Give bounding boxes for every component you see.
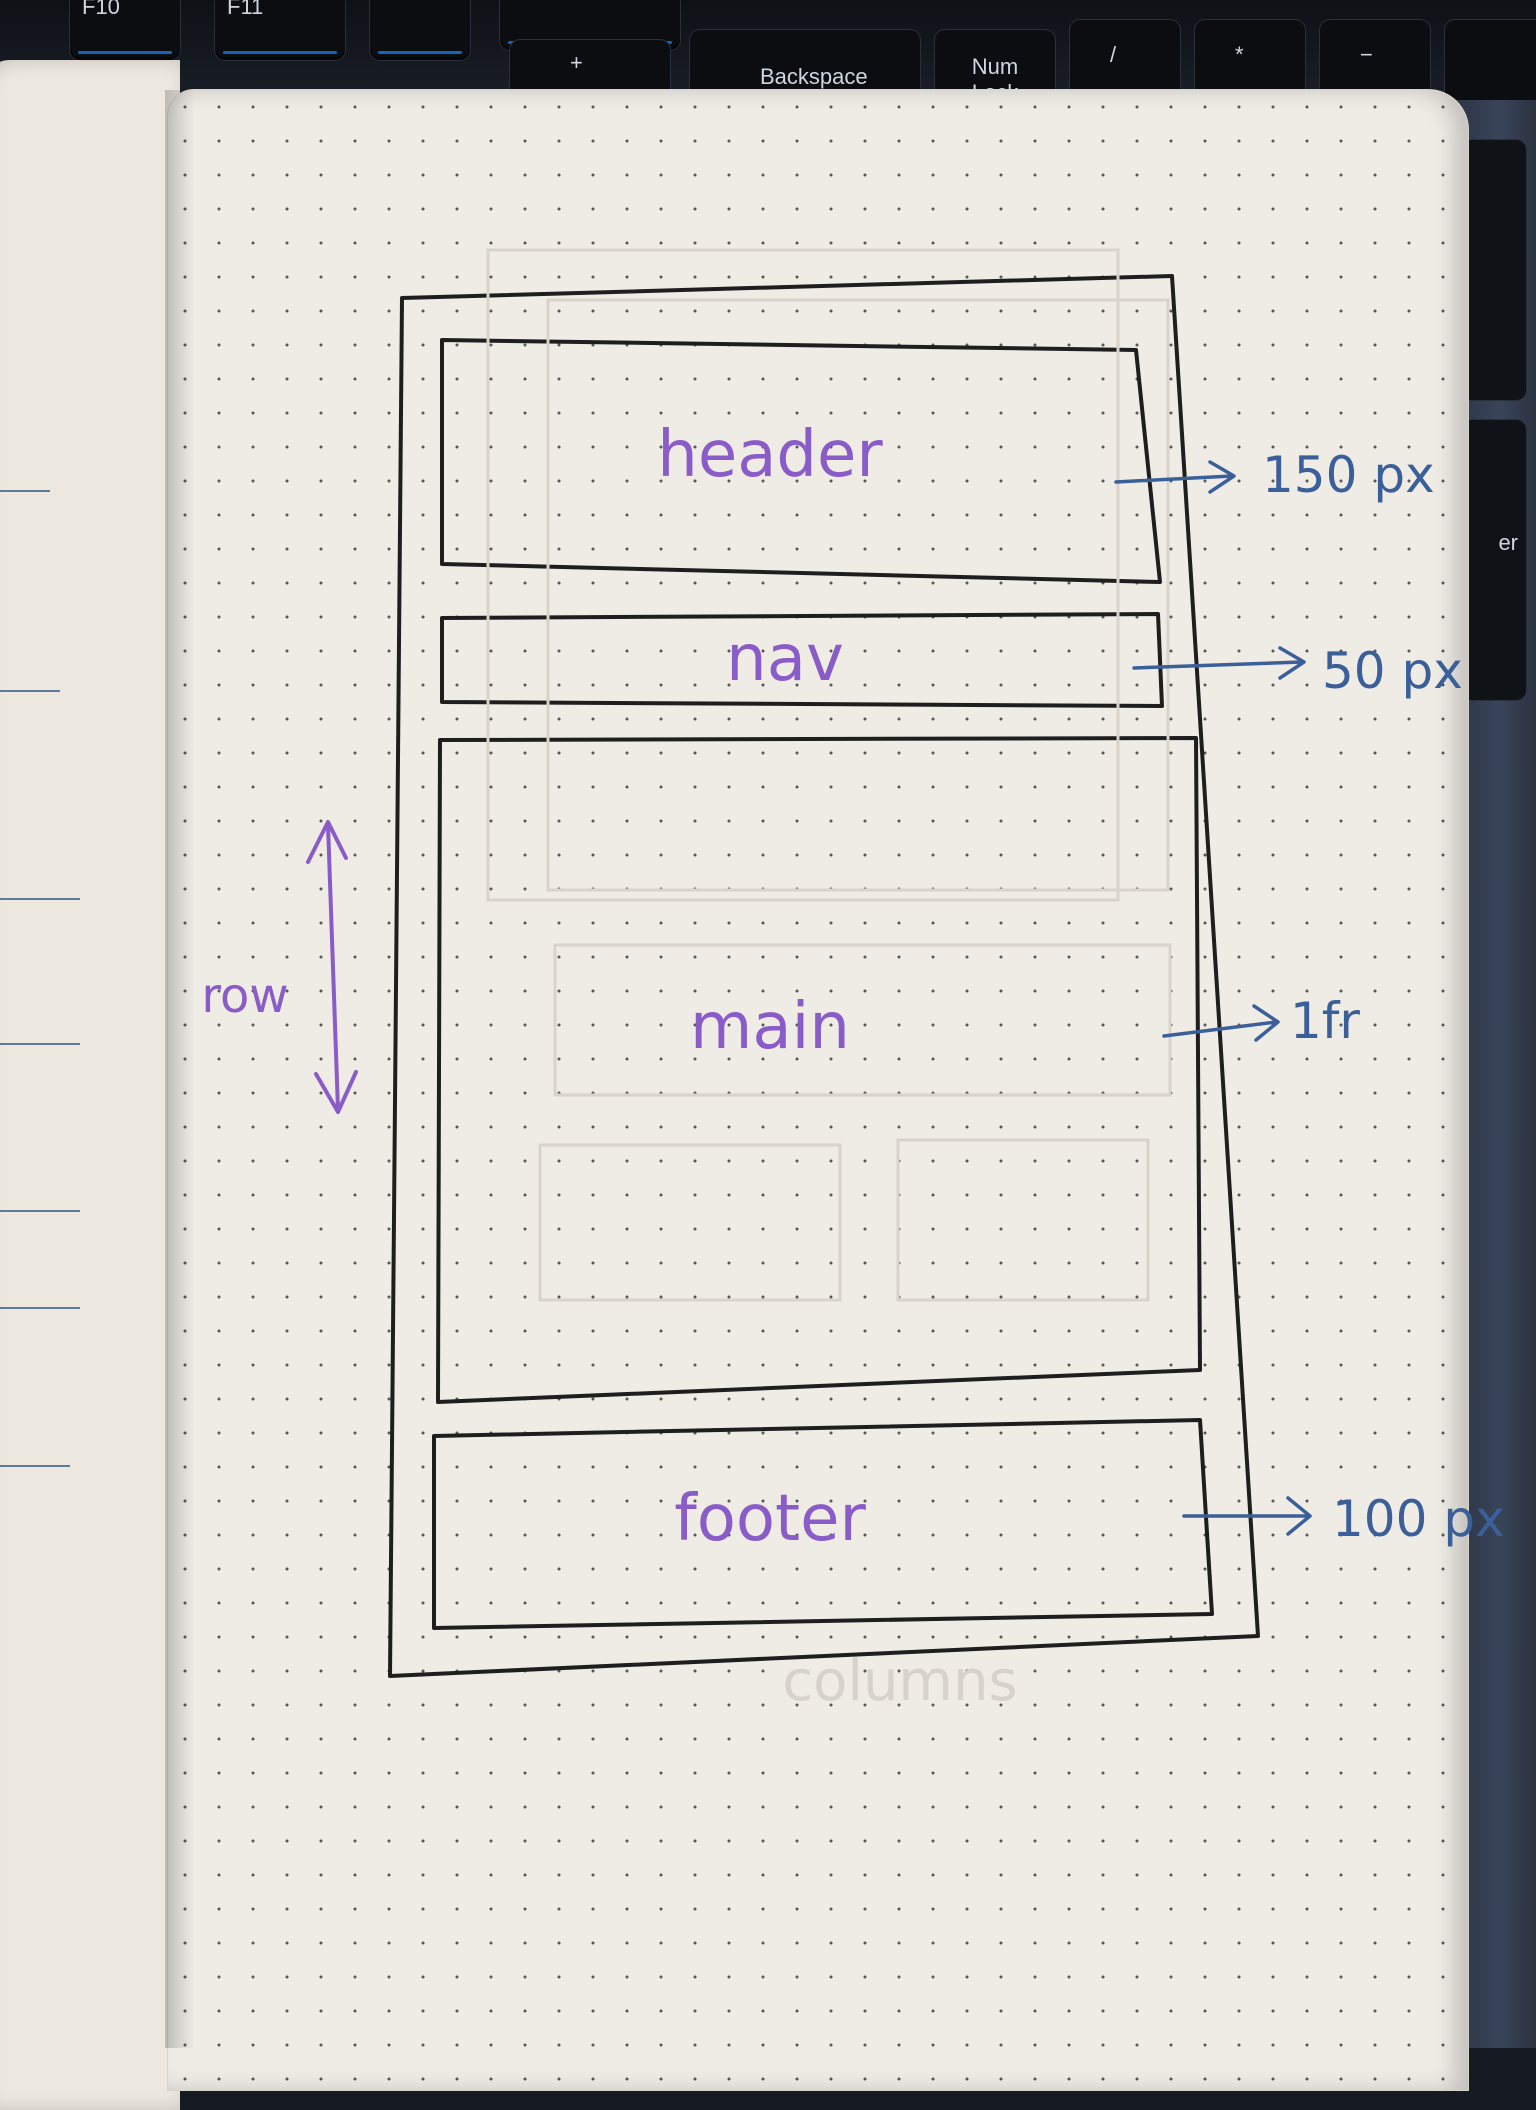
nav-label: nav [726, 622, 844, 696]
pencil-ghost-box [896, 1138, 1150, 1302]
footer-label: footer [674, 1482, 866, 1556]
pencil-ghost-box [546, 298, 1170, 892]
row-axis-label: row [201, 968, 288, 1024]
header-size-label: 150 px [1262, 446, 1435, 504]
main-box-outline [436, 736, 1202, 1404]
footer-size-label: 100 px [1332, 1490, 1505, 1548]
header-label: header [657, 418, 883, 492]
pencil-ghost-box [538, 1143, 842, 1302]
pencil-ghost-box [553, 943, 1172, 1097]
row-axis-arrow [326, 823, 340, 1112]
main-label: main [690, 990, 850, 1064]
faint-columns-text: columns [782, 1649, 1017, 1714]
main-size-label: 1fr [1290, 992, 1360, 1050]
nav-size-label: 50 px [1322, 642, 1463, 700]
header-size-arrow [1114, 474, 1234, 484]
layout-sketch: header nav main footer row 150 px 50 px … [201, 248, 1505, 1714]
